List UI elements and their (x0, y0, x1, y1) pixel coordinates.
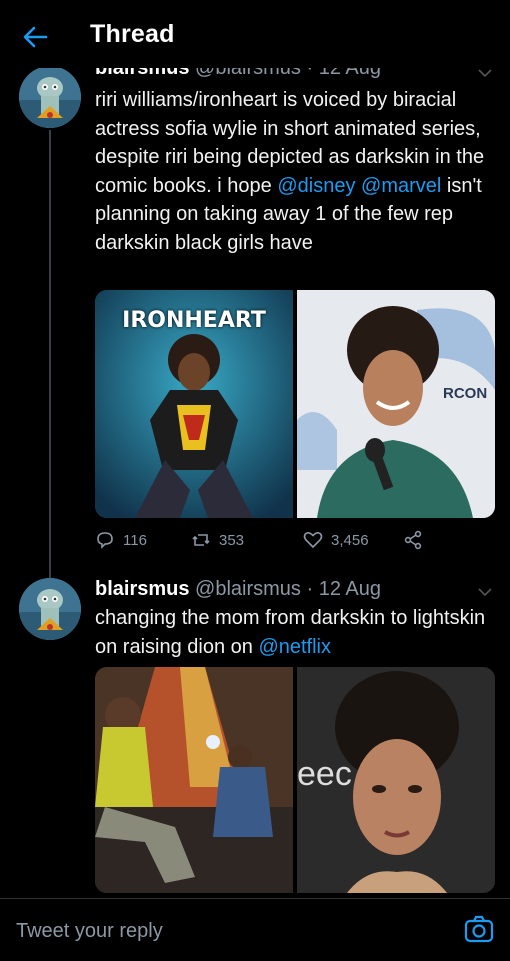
media-image-still[interactable] (95, 667, 293, 893)
chevron-down-icon[interactable] (478, 587, 492, 597)
avatar-image (19, 66, 81, 128)
avatar-image (19, 578, 81, 640)
tweet-media[interactable]: IRONHEART RCON (95, 290, 495, 518)
reply-button[interactable]: 116 (95, 530, 147, 550)
mention-link[interactable]: @marvel (361, 175, 441, 197)
share-button[interactable] (403, 530, 423, 550)
top-bar: Thread (0, 0, 510, 68)
page-title: Thread (90, 20, 175, 48)
mention-link[interactable]: @disney (277, 175, 355, 197)
like-button[interactable]: 3,456 (303, 530, 369, 550)
media-image-comic[interactable]: IRONHEART (95, 290, 293, 518)
heart-icon (303, 532, 323, 549)
thread-connector-line (49, 130, 51, 615)
avatar[interactable] (19, 578, 81, 640)
reply-count: 116 (123, 531, 147, 549)
arrow-left-icon[interactable] (22, 24, 48, 50)
reply-icon (97, 532, 113, 549)
retweet-count: 353 (219, 531, 245, 549)
camera-icon[interactable] (464, 915, 494, 943)
mention-link[interactable]: @netflix (258, 636, 331, 658)
share-icon (404, 530, 422, 550)
timestamp[interactable]: · 12 Aug (307, 578, 382, 600)
tweet-media[interactable]: eec (95, 667, 495, 893)
reply-input[interactable] (14, 913, 438, 949)
banner-text: eec (297, 755, 352, 793)
tweet-actions: 116 353 3,456 (95, 530, 495, 556)
like-count: 3,456 (331, 531, 369, 549)
tweet-header: blairsmus @blairsmus · 12 Aug (95, 578, 381, 601)
thread-timeline[interactable]: blairsmus @blairsmus · 12 Aug riri willi… (0, 60, 510, 898)
tweet-text: changing the mom from darkskin to lights… (95, 604, 500, 661)
media-image-headshot[interactable]: eec (297, 667, 495, 893)
handle[interactable]: @blairsmus (195, 578, 301, 600)
retweet-icon (192, 534, 210, 546)
comic-title: IRONHEART (122, 308, 266, 333)
reply-composer (0, 898, 510, 961)
media-image-photo[interactable]: RCON (297, 290, 495, 518)
banner-text: RCON (443, 385, 488, 402)
chevron-down-icon[interactable] (478, 68, 492, 78)
retweet-button[interactable]: 353 (191, 530, 244, 550)
avatar[interactable] (19, 66, 81, 128)
display-name[interactable]: blairsmus (95, 578, 189, 600)
tweet-text: riri williams/ironheart is voiced by bir… (95, 86, 500, 257)
